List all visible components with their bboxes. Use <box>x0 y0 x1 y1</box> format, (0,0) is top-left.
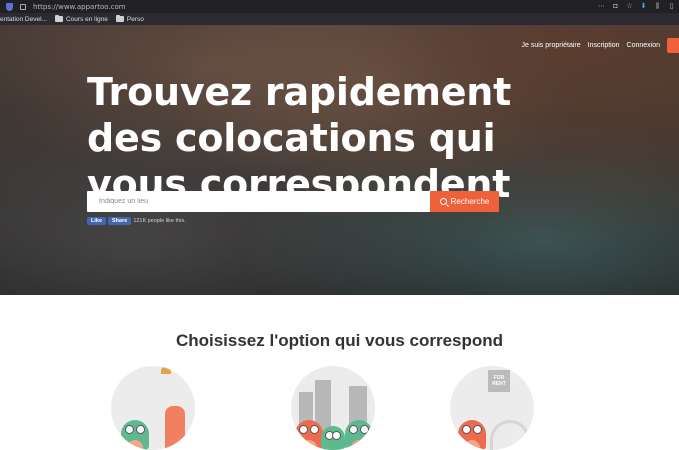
bookmarks-bar: entation Devel... Cours en ligne Perso <box>0 13 679 25</box>
owl-illustration <box>121 420 149 450</box>
sidebar-icon[interactable]: ▯ <box>668 3 675 10</box>
search-bar: Recherche <box>87 191 499 212</box>
facebook-like-count: 121K people like this. <box>133 218 186 224</box>
bed-illustration <box>490 420 530 450</box>
hero-section: Je suis propriétaire Inscription Connexi… <box>0 25 679 295</box>
folder-icon <box>115 15 124 22</box>
door-illustration <box>165 406 185 450</box>
bookmark-item[interactable]: entation Devel... <box>0 16 47 23</box>
bookmark-label: entation Devel... <box>0 15 47 23</box>
shield-icon[interactable] <box>0 0 14 13</box>
facebook-like-button[interactable]: Like <box>87 217 107 225</box>
option-card-colocataire[interactable] <box>111 366 195 450</box>
lock-icon <box>14 0 28 13</box>
more-icon[interactable]: ⋯ <box>598 3 605 10</box>
library-icon[interactable]: ⫼ <box>654 3 661 10</box>
bookmark-folder-perso[interactable]: Perso <box>115 15 144 23</box>
lamp-icon <box>161 366 171 374</box>
owl-illustration <box>321 426 345 450</box>
pocket-icon[interactable]: ◘ <box>612 3 619 10</box>
hero-headline: Trouvez rapidement des colocations qui v… <box>87 70 512 206</box>
nav-link-proprietaire[interactable]: Je suis propriétaire <box>521 42 580 49</box>
bookmark-label: Cours en ligne <box>65 15 108 23</box>
for-rent-sign-illustration: FOR RENT <box>488 370 510 392</box>
bookmark-label: Perso <box>126 15 144 23</box>
browser-url-bar: https://www.appartoo.com ⋯ ◘ ☆ ⬇ ⫼ ▯ <box>0 0 679 13</box>
bookmark-folder-cours[interactable]: Cours en ligne <box>54 15 108 23</box>
owl-illustration <box>295 420 323 450</box>
nav-cta-button[interactable] <box>667 38 679 53</box>
folder-icon <box>54 15 63 22</box>
owl-illustration <box>345 420 373 450</box>
facebook-widget: Like Share 121K people like this. <box>87 217 186 225</box>
search-icon <box>439 198 447 205</box>
option-card-colocation[interactable] <box>291 366 375 450</box>
download-icon[interactable]: ⬇ <box>640 3 647 10</box>
owl-illustration <box>458 420 486 450</box>
option-card-proprietaire[interactable]: FOR RENT <box>450 366 534 450</box>
top-nav: Je suis propriétaire Inscription Connexi… <box>521 38 679 53</box>
nav-link-connexion[interactable]: Connexion <box>627 42 660 49</box>
bookmark-star-icon[interactable]: ☆ <box>626 3 633 10</box>
search-button-label: Recherche <box>450 197 490 206</box>
nav-link-inscription[interactable]: Inscription <box>588 42 620 49</box>
facebook-share-button[interactable]: Share <box>108 217 132 225</box>
section-title: Choisissez l'option qui vous correspond <box>175 331 504 350</box>
search-button[interactable]: Recherche <box>430 191 499 212</box>
url-text[interactable]: https://www.appartoo.com <box>33 3 126 11</box>
location-search-input[interactable] <box>87 191 430 212</box>
